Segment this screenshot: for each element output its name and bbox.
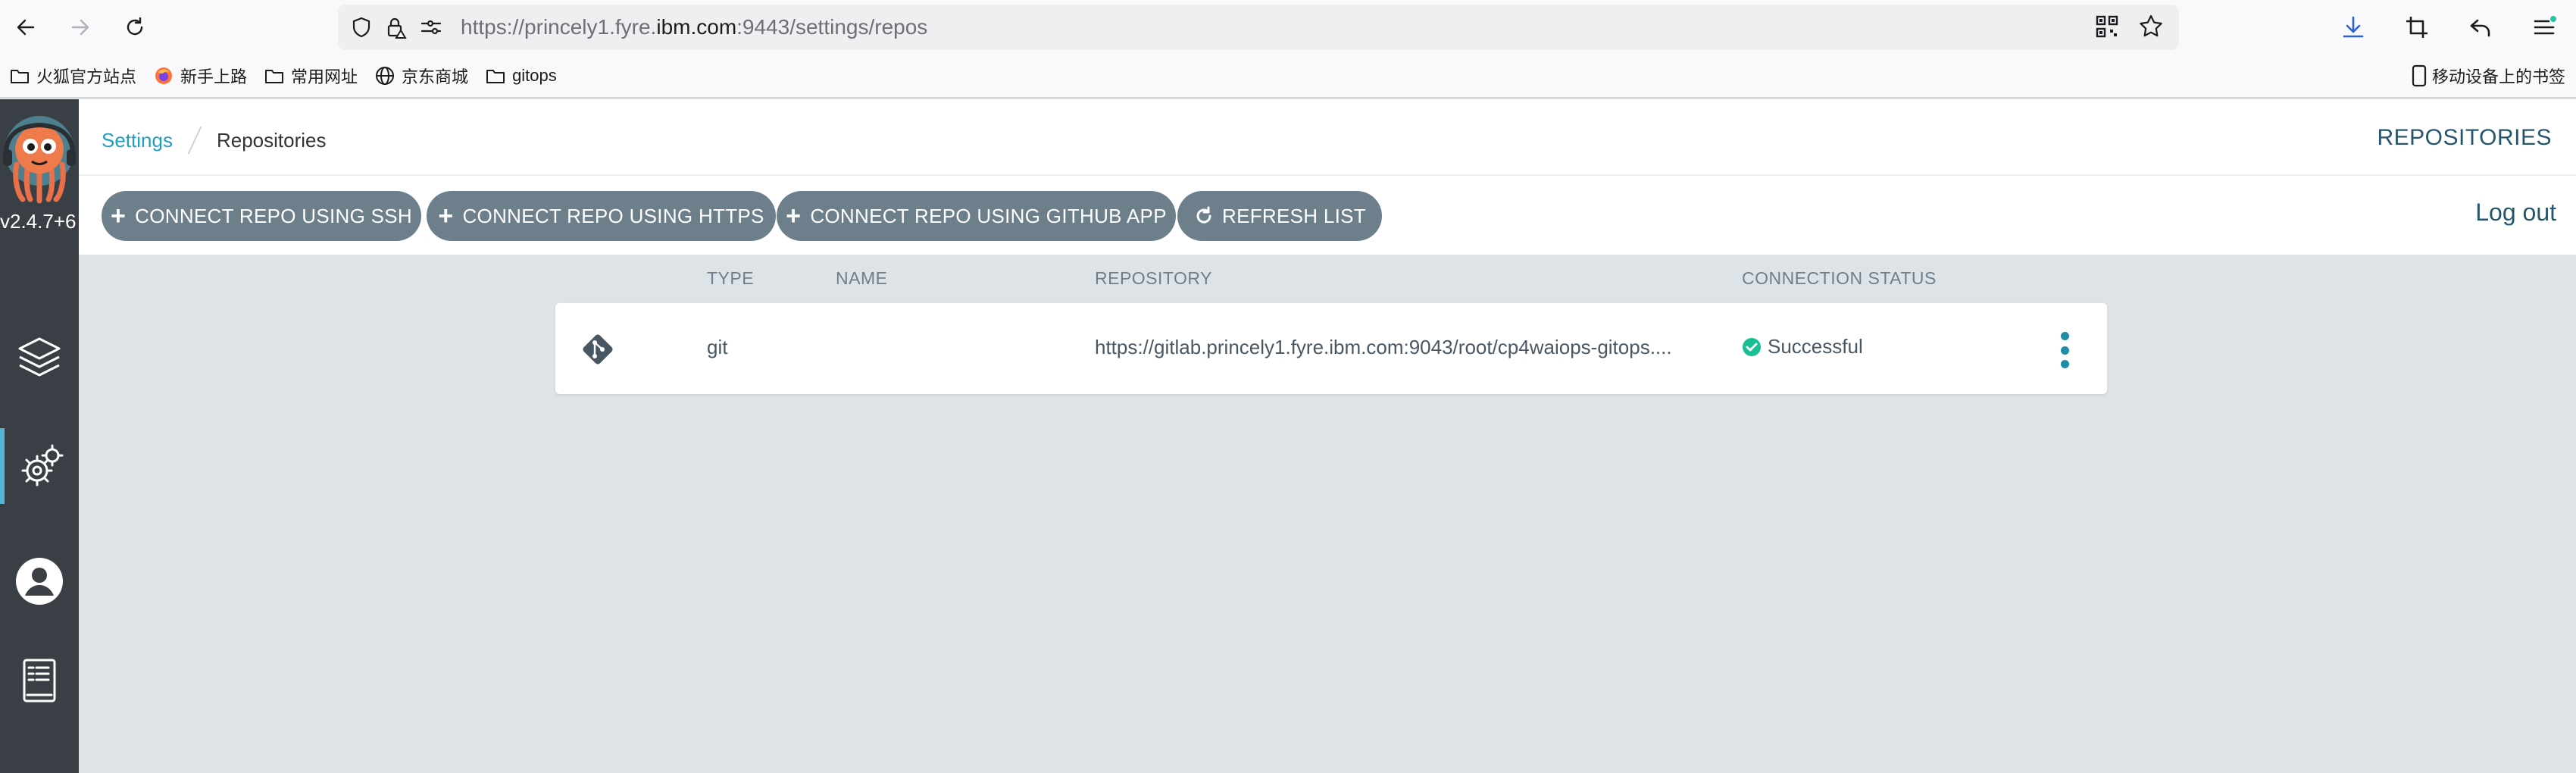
bookmark-common-sites[interactable]: 常用网址 (264, 64, 358, 88)
downloads-icon[interactable] (2332, 6, 2374, 49)
action-bar: + CONNECT REPO USING SSH + CONNECT REPO … (79, 176, 2576, 255)
plus-icon: + (111, 202, 127, 230)
breadcrumb-settings-link[interactable]: Settings (102, 129, 173, 152)
book-icon (23, 659, 56, 703)
row-actions-menu-icon[interactable] (2059, 332, 2071, 368)
address-bar[interactable]: https://princely1.fyre.ibm.com:9443/sett… (338, 5, 2179, 50)
page-header: Settings Repositories REPOSITORIES (79, 99, 2576, 176)
bookmark-gitops[interactable]: gitops (485, 65, 557, 86)
lock-warning-icon[interactable] (383, 14, 409, 40)
refresh-icon (1196, 206, 1211, 224)
connect-ssh-button[interactable]: + CONNECT REPO USING SSH (102, 191, 421, 241)
repo-url: https://gitlab.princely1.fyre.ibm.com:90… (1095, 336, 1672, 358)
nav-user-info[interactable] (0, 543, 79, 619)
version-label: v2.4.7+6 (0, 210, 77, 233)
back-button[interactable] (5, 6, 47, 49)
bookmarks-bar: 火狐官方站点 新手上路 常用网址 京东商城 gitops 移动设备上的书签 (0, 55, 2576, 99)
connect-https-button[interactable]: + CONNECT REPO USING HTTPS (427, 191, 776, 241)
arrow-left-icon (17, 19, 35, 36)
folder-icon (265, 70, 284, 83)
argo-logo[interactable] (0, 114, 79, 205)
qr-code-icon[interactable] (2094, 14, 2120, 43)
mobile-bookmarks[interactable]: 移动设备上的书签 (2409, 64, 2565, 88)
firefox-icon (155, 67, 173, 84)
connection-status: Successful (1742, 335, 1863, 358)
url-text[interactable]: https://princely1.fyre.ibm.com:9443/sett… (461, 15, 927, 39)
breadcrumb: Settings Repositories (102, 125, 326, 155)
user-circle-icon (16, 558, 63, 605)
folder-icon (486, 70, 505, 83)
column-header-name: NAME (836, 268, 888, 288)
nav-sidebar: v2.4.7+6 (0, 99, 79, 773)
plus-icon: + (786, 202, 802, 230)
shield-icon[interactable] (349, 14, 374, 40)
connect-github-app-button[interactable]: + CONNECT REPO USING GITHUB APP (777, 191, 1176, 241)
globe-icon (376, 67, 395, 85)
bookmark-jd-mall[interactable]: 京东商城 (374, 64, 468, 88)
mobile-device-icon (2412, 64, 2427, 87)
table-row[interactable]: git https://gitlab.princely1.fyre.ibm.co… (555, 303, 2107, 394)
undo-icon[interactable] (2459, 6, 2502, 49)
layers-icon (18, 337, 61, 377)
browser-toolbar: https://princely1.fyre.ibm.com:9443/sett… (0, 0, 2576, 55)
column-header-connection-status: CONNECTION STATUS (1742, 268, 1937, 288)
refresh-list-button[interactable]: REFRESH LIST (1177, 191, 1382, 241)
folder-icon (11, 70, 29, 83)
repo-type: git (707, 336, 728, 358)
forward-button[interactable] (59, 6, 102, 49)
check-circle-icon (1743, 337, 1761, 356)
page-title: REPOSITORIES (2377, 125, 2552, 150)
nav-applications[interactable] (0, 319, 79, 395)
menu-icon[interactable] (2523, 6, 2565, 49)
column-header-repository: REPOSITORY (1095, 268, 1212, 288)
git-icon (578, 330, 617, 373)
crop-screenshot-icon[interactable] (2396, 6, 2438, 49)
column-header-type: TYPE (707, 268, 755, 288)
permissions-icon[interactable] (418, 14, 444, 40)
breadcrumb-current: Repositories (216, 128, 327, 152)
bookmark-firefox-official[interactable]: 火狐官方站点 (9, 64, 136, 88)
breadcrumb-separator (187, 126, 202, 155)
arrow-right-icon (71, 19, 89, 36)
reload-button[interactable] (114, 6, 156, 49)
nav-documentation[interactable] (0, 643, 79, 719)
plus-icon: + (438, 202, 454, 230)
logout-link[interactable]: Log out (2475, 199, 2556, 227)
gears-icon (21, 444, 64, 487)
nav-settings[interactable] (0, 428, 79, 504)
reload-icon (127, 17, 143, 36)
bookmark-getting-started[interactable]: 新手上路 (153, 64, 247, 88)
star-bookmark-icon[interactable] (2138, 14, 2164, 43)
